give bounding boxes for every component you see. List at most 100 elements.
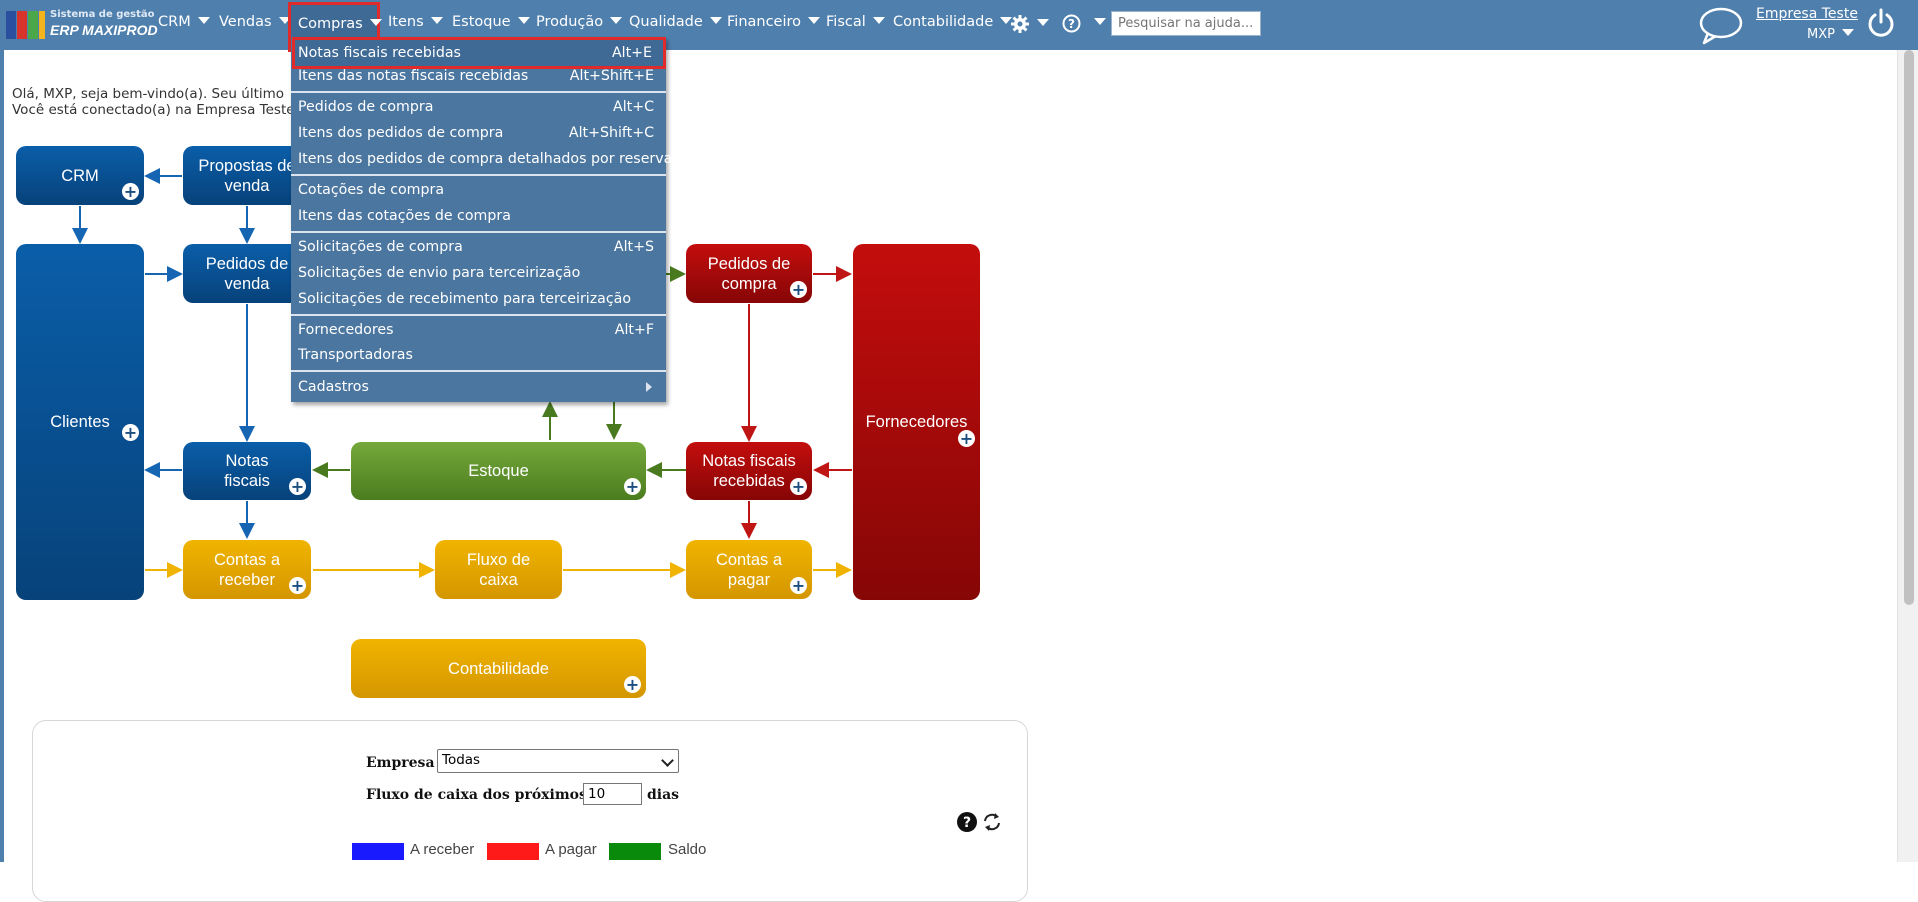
menu-item-label: Solicitações de envio para terceirização bbox=[298, 265, 581, 281]
legend-a-receber: A receber bbox=[410, 841, 475, 858]
help-icon[interactable]: ? bbox=[956, 811, 978, 833]
legend-saldo: Saldo bbox=[668, 841, 707, 858]
flow-crm[interactable]: CRM + bbox=[16, 146, 144, 205]
flow-contas-receber-label-1: Contas a bbox=[213, 550, 281, 569]
help-search-input[interactable] bbox=[1111, 11, 1261, 36]
flow-pedidos-compra-label-1: Pedidos de bbox=[707, 254, 791, 273]
dias-input[interactable] bbox=[583, 783, 642, 805]
svg-text:?: ? bbox=[963, 815, 971, 831]
flow-contabilidade-label: Contabilidade bbox=[448, 659, 549, 678]
menu-item-transportadoras[interactable]: Transportadoras bbox=[298, 343, 654, 367]
flow-contas-pagar-label-2: pagar bbox=[727, 570, 771, 589]
flow-contabilidade[interactable]: Contabilidade + bbox=[351, 639, 646, 698]
add-icon[interactable]: + bbox=[122, 424, 139, 441]
flow-notas-fiscais-recebidas[interactable]: Notas fiscais recebidas + bbox=[686, 442, 812, 500]
menu-item-pedidos-de-compra[interactable]: Pedidos de compra Alt+C bbox=[298, 95, 654, 119]
menu-item-label: Pedidos de compra bbox=[298, 99, 434, 115]
flow-pedidos-venda-label-1: Pedidos de bbox=[205, 254, 289, 273]
menu-item-shortcut: Alt+Shift+E bbox=[569, 68, 654, 84]
compras-dropdown-menu: Notas fiscais recebidas Alt+E Itens das … bbox=[291, 37, 672, 402]
help-menu[interactable]: ? bbox=[1062, 14, 1106, 33]
fluxo-caixa-label: Fluxo de caixa dos próximos bbox=[366, 787, 587, 803]
flow-clientes[interactable]: Clientes + bbox=[16, 244, 144, 600]
vertical-scrollbar[interactable] bbox=[1897, 50, 1918, 862]
flow-propostas-label-1: Propostas de bbox=[198, 156, 296, 175]
menu-item-shortcut: Alt+Shift+C bbox=[568, 125, 654, 141]
legend-swatch-a-pagar bbox=[487, 843, 539, 860]
flow-contas-a-pagar[interactable]: Contas a pagar + bbox=[686, 540, 812, 599]
chevron-down-icon bbox=[1037, 18, 1049, 26]
menu-item-shortcut: Alt+F bbox=[614, 322, 654, 338]
menu-item-cotacoes-de-compra[interactable]: Cotações de compra bbox=[298, 178, 654, 202]
flow-estoque[interactable]: Estoque + bbox=[351, 442, 646, 500]
menu-item-solicitacoes-recebimento-terceirizacao[interactable]: Solicitações de recebimento para terceir… bbox=[298, 287, 654, 311]
menu-item-label: Itens das notas fiscais recebidas bbox=[298, 68, 529, 84]
flow-pedidos-de-compra[interactable]: Pedidos de compra + bbox=[686, 244, 812, 303]
menu-item-shortcut: Alt+E bbox=[611, 45, 652, 61]
empresa-select[interactable]: Todas bbox=[437, 749, 679, 773]
add-icon[interactable]: + bbox=[790, 577, 807, 594]
chevron-down-icon bbox=[1094, 18, 1106, 25]
flow-fluxo-label-2: caixa bbox=[479, 570, 518, 589]
cash-flow-panel bbox=[32, 720, 1028, 902]
flow-nf-recebidas-label-1: Notas fiscais bbox=[702, 452, 796, 470]
flow-fluxo-label-1: Fluxo de bbox=[466, 550, 531, 569]
add-icon[interactable]: + bbox=[289, 577, 306, 594]
add-icon[interactable]: + bbox=[122, 183, 139, 200]
menu-item-itens-pedidos-de-compra[interactable]: Itens dos pedidos de compra Alt+Shift+C bbox=[298, 121, 654, 145]
gear-icon bbox=[1011, 15, 1029, 33]
add-icon[interactable]: + bbox=[289, 478, 306, 495]
menu-item-itens-pedidos-compra-reserva[interactable]: Itens dos pedidos de compra detalhados p… bbox=[298, 147, 672, 171]
legend-swatch-a-receber bbox=[352, 843, 404, 860]
chevron-down-icon bbox=[1841, 29, 1854, 36]
chevron-right-icon bbox=[646, 382, 652, 392]
menu-item-label: Itens das cotações de compra bbox=[298, 208, 511, 224]
flow-contas-receber-label-2: receber bbox=[219, 570, 275, 589]
svg-text:?: ? bbox=[1068, 17, 1075, 31]
menu-item-label: Itens dos pedidos de compra detalhados p… bbox=[298, 151, 673, 167]
flow-pedidos-compra-label-2: compra bbox=[721, 274, 777, 293]
flow-clientes-label: Clientes bbox=[50, 413, 110, 431]
add-icon[interactable]: + bbox=[790, 281, 807, 298]
flow-fornecedores[interactable]: Fornecedores + bbox=[853, 244, 980, 600]
legend-swatch-saldo bbox=[609, 843, 661, 860]
flow-fluxo-de-caixa[interactable]: Fluxo de caixa bbox=[435, 540, 562, 599]
add-icon[interactable]: + bbox=[790, 478, 807, 495]
company-link[interactable]: Empresa Teste bbox=[1756, 6, 1858, 22]
menu-item-label: Transportadoras bbox=[298, 347, 413, 363]
user-menu[interactable]: MXP bbox=[1807, 27, 1854, 42]
flow-notas-label-2: fiscais bbox=[224, 472, 270, 490]
chevron-down-icon bbox=[661, 754, 674, 767]
flow-contas-pagar-label-1: Contas a bbox=[715, 550, 783, 569]
menu-item-itens-notas-fiscais-recebidas[interactable]: Itens das notas fiscais recebidas Alt+Sh… bbox=[298, 64, 654, 88]
menu-item-itens-cotacoes-de-compra[interactable]: Itens das cotações de compra bbox=[298, 204, 654, 228]
flow-contas-a-receber[interactable]: Contas a receber + bbox=[183, 540, 311, 599]
menu-item-label: Cotações de compra bbox=[298, 182, 445, 198]
legend-a-pagar: A pagar bbox=[545, 841, 597, 858]
menu-item-label: Notas fiscais recebidas bbox=[298, 45, 461, 61]
menu-item-solicitacoes-de-compra[interactable]: Solicitações de compra Alt+S bbox=[298, 235, 654, 259]
chat-bubble-icon[interactable] bbox=[1698, 6, 1744, 46]
menu-separator bbox=[291, 370, 666, 372]
menu-item-label: Fornecedores bbox=[298, 322, 394, 338]
menu-item-label: Cadastros bbox=[298, 379, 369, 395]
flow-notas-fiscais[interactable]: Notas fiscais + bbox=[183, 442, 311, 500]
menu-item-label: Itens dos pedidos de compra bbox=[298, 125, 504, 141]
flow-fornecedores-label: Fornecedores bbox=[865, 413, 968, 431]
flow-estoque-label: Estoque bbox=[468, 462, 529, 480]
menu-separator bbox=[291, 314, 666, 316]
add-icon[interactable]: + bbox=[624, 478, 641, 495]
add-icon[interactable]: + bbox=[624, 676, 641, 693]
menu-item-solicitacoes-envio-terceirizacao[interactable]: Solicitações de envio para terceirização bbox=[298, 261, 654, 285]
power-icon[interactable] bbox=[1866, 8, 1896, 38]
menu-item-notas-fiscais-recebidas[interactable]: Notas fiscais recebidas Alt+E bbox=[292, 37, 666, 69]
scrollbar-thumb[interactable] bbox=[1904, 50, 1914, 605]
menu-item-label: Solicitações de recebimento para terceir… bbox=[298, 291, 632, 307]
settings-menu[interactable] bbox=[1010, 14, 1049, 34]
menu-item-shortcut: Alt+S bbox=[613, 239, 654, 255]
menu-item-cadastros[interactable]: Cadastros bbox=[298, 375, 654, 399]
dias-label: dias bbox=[647, 787, 680, 803]
add-icon[interactable]: + bbox=[958, 430, 975, 447]
refresh-icon[interactable] bbox=[981, 812, 1003, 832]
menu-item-fornecedores[interactable]: Fornecedores Alt+F bbox=[298, 318, 654, 342]
